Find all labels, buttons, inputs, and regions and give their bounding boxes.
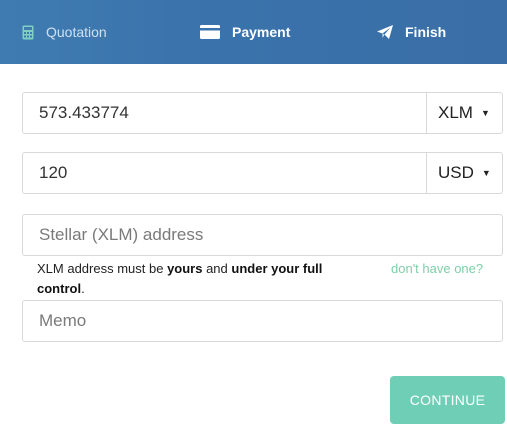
caret-down-icon: ▼ [480,108,490,118]
step-label: Payment [232,24,291,40]
address-input[interactable] [23,215,502,255]
address-hint: XLM address must be yours and under your… [37,259,327,299]
calculator-icon [22,25,34,40]
crypto-currency-value: XLM [438,103,473,122]
step-label: Quotation [46,24,107,40]
crypto-amount-input[interactable] [23,93,428,133]
fiat-amount-field: USD ▼ [22,152,503,194]
paper-plane-icon [377,24,393,40]
crypto-currency-select[interactable]: XLM ▼ [426,93,502,133]
fiat-currency-value: USD [438,163,474,182]
hint-prefix: XLM address must be [37,261,168,276]
caret-down-icon: ▼ [481,168,491,178]
progress-header: Quotation Payment Finish [0,0,507,64]
credit-card-icon [200,25,220,39]
step-label: Finish [405,24,447,40]
continue-button[interactable]: CONTINUE [390,376,505,424]
address-field [22,214,503,256]
hint-middle: and [202,261,232,276]
memo-input[interactable] [23,301,502,341]
step-payment: Payment [200,0,290,64]
step-finish: Finish [377,0,446,64]
fiat-amount-input[interactable] [23,153,428,193]
fiat-currency-select[interactable]: USD ▼ [426,153,502,193]
hint-suffix: . [81,281,85,296]
memo-field [22,300,503,342]
step-quotation: Quotation [22,0,107,64]
hint-bold-yours: yours [167,261,203,276]
no-address-link[interactable]: don't have one? [391,259,483,279]
crypto-amount-field: XLM ▼ [22,92,503,134]
